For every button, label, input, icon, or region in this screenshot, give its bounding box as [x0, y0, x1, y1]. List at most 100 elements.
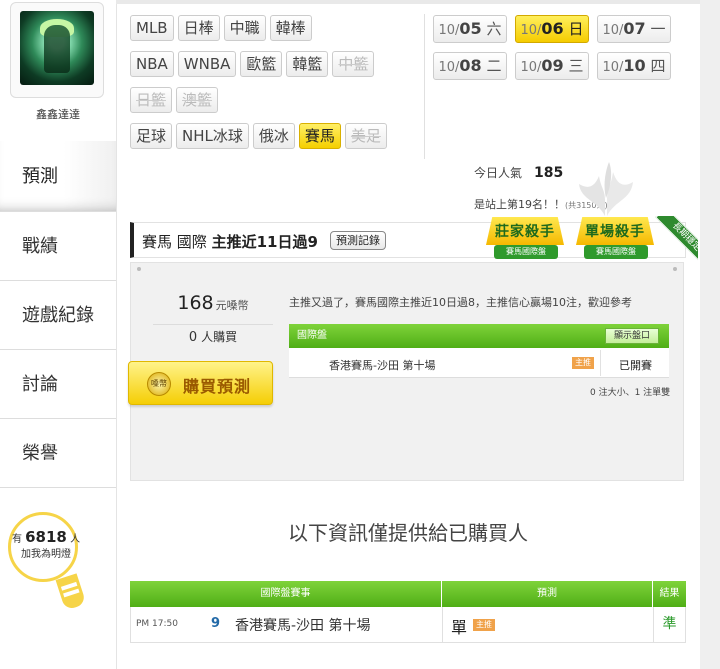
sidebar: 鑫鑫達達 預測 戰績 遊戲紀錄 討論 榮譽 有 6818 人 加我為明燈 — [0, 0, 116, 669]
lightbulb-stem — [55, 573, 87, 611]
intl-table: 國際盤 顯示盤口 香港賽馬-沙田 第十場 主推 已開賽 — [289, 324, 669, 378]
main-pick-tag: 主推 — [473, 619, 495, 631]
sidebar-item-discuss[interactable]: 討論 — [0, 350, 116, 419]
title-sport: 賽馬 — [142, 233, 173, 251]
sidebar-item-record[interactable]: 戰績 — [0, 212, 116, 281]
prediction-pick: 單 — [451, 618, 468, 637]
buyers: 0 人購買 — [153, 324, 273, 345]
date-chip-1005[interactable]: 10/05 六 — [433, 15, 507, 43]
sport-chip-kbo[interactable]: 韓棒 — [269, 15, 312, 41]
badge-title: 單場殺手 — [585, 224, 645, 240]
table-row: PM 17:50 9 香港賽馬-沙田 第十場 單 主推 準 — [130, 607, 686, 643]
sport-chip-wnba[interactable]: WNBA — [177, 51, 237, 77]
date-month: 10/ — [602, 60, 624, 75]
prediction-record-button[interactable]: 預測記錄 — [330, 231, 386, 250]
date-selector: 10/05 六 10/06 日 10/07 一 10/08 二 10/09 三 … — [433, 15, 683, 89]
sport-chip-japan-basketball: 日籃 — [130, 87, 173, 113]
sport-chip-american-football: 美足 — [344, 123, 387, 149]
followers-text[interactable]: 有 6818 人 加我為明燈 — [6, 530, 86, 562]
buyers-count: 0 — [188, 330, 198, 345]
main-pick-tag: 主推 — [572, 357, 594, 369]
avatar[interactable] — [20, 11, 94, 85]
sport-row: 足球 NHL冰球 俄冰 賽馬 美足 — [130, 123, 420, 159]
sport-chip-horse-racing[interactable]: 賽馬 — [298, 123, 341, 149]
badge-subtitle: 賽馬國際盤 — [584, 245, 648, 259]
avatar-figure-shape — [44, 25, 70, 73]
sidebar-item-game-log[interactable]: 遊戲紀錄 — [0, 281, 116, 350]
price: 168 元嗓幣 — [153, 292, 273, 314]
date-row: 10/08 二 10/09 三 10/10 四 — [433, 52, 683, 89]
buy-prediction-label: 購買預測 — [183, 377, 252, 396]
price-value: 168 — [177, 292, 214, 314]
match-number: 9 — [211, 616, 221, 631]
sport-chip-mlb[interactable]: MLB — [130, 15, 174, 41]
intl-table-title: 國際盤 — [297, 330, 327, 341]
sport-chip-cpbl[interactable]: 中職 — [223, 15, 266, 41]
date-weekday: 二 — [486, 57, 502, 75]
sport-chip-nba[interactable]: NBA — [130, 51, 174, 77]
date-day: 09 — [541, 56, 564, 75]
results-table: 國際盤賽事 預測 結果 PM 17:50 9 香港賽馬-沙田 第十場 單 主推 … — [130, 581, 686, 643]
match-name: 香港賽馬-沙田 第十場 — [329, 359, 436, 372]
popularity-label: 今日人氣 — [474, 166, 523, 180]
show-odds-button[interactable]: 顯示盤口 — [604, 328, 659, 344]
sport-chip-aus-basketball: 澳籃 — [176, 87, 219, 113]
sport-row: MLB 日棒 中職 韓棒 — [130, 15, 420, 51]
username[interactable]: 鑫鑫達達 — [0, 106, 116, 122]
sport-chip-euro-basketball[interactable]: 歐籃 — [240, 51, 283, 77]
profile-card[interactable] — [10, 2, 104, 98]
match-name: 香港賽馬-沙田 第十場 — [235, 618, 371, 634]
date-weekday: 四 — [650, 57, 666, 75]
date-chip-1008[interactable]: 10/08 二 — [433, 52, 507, 80]
pin-icon — [673, 267, 677, 271]
date-chip-1009[interactable]: 10/09 三 — [515, 52, 589, 80]
date-chip-1010[interactable]: 10/10 四 — [597, 52, 671, 80]
badge-single-killer[interactable]: 單場殺手 賽馬國際盤 — [576, 213, 656, 265]
buyers-label: 人購買 — [201, 330, 238, 344]
date-day: 07 — [623, 19, 646, 38]
date-weekday: 三 — [568, 57, 584, 75]
title-headline: 主推近11日過9 — [211, 233, 318, 251]
sport-chip-npb[interactable]: 日棒 — [177, 15, 220, 41]
column-header-prediction: 預測 — [442, 581, 653, 607]
odds-note: 0 注大小、1 注單雙 — [590, 388, 671, 398]
sidebar-item-predict[interactable]: 預測 — [0, 141, 116, 212]
date-month: 10/ — [438, 23, 460, 38]
match-time: PM 17:50 — [136, 619, 178, 629]
prediction-note: 主推又過了，賽馬國際主推近10日過8，主推信心贏場10注，歡迎參考 — [289, 296, 632, 309]
sport-chip-soccer[interactable]: 足球 — [130, 123, 173, 149]
wing-decoration-icon — [579, 162, 633, 216]
date-month: 10/ — [602, 23, 624, 38]
date-day: 06 — [541, 19, 564, 38]
side-nav: 預測 戰績 遊戲紀錄 討論 榮譽 — [0, 141, 116, 488]
sport-chip-china-basketball: 中籃 — [332, 51, 375, 77]
badge-bookmaker-killer[interactable]: 莊家殺手 賽馬國際盤 — [486, 213, 566, 265]
sport-chip-korea-basketball[interactable]: 韓籃 — [286, 51, 329, 77]
followers-count: 6818 — [25, 528, 67, 546]
sport-chip-russia-hockey[interactable]: 俄冰 — [252, 123, 295, 149]
date-row: 10/05 六 10/06 日 10/07 一 — [433, 15, 683, 52]
rank-text: 是站上第19名！！ — [474, 198, 565, 211]
prediction-cell: 單 主推 — [443, 607, 654, 642]
badge-title: 莊家殺手 — [495, 224, 555, 240]
sport-chip-nhl[interactable]: NHL冰球 — [176, 123, 249, 149]
date-chip-1006[interactable]: 10/06 日 — [515, 15, 589, 43]
sport-row: NBA WNBA 歐籃 韓籃 中籃 — [130, 51, 420, 87]
purchasers-only-notice: 以下資訊僅提供給已購買人 — [288, 521, 528, 545]
date-day: 05 — [459, 19, 482, 38]
intl-table-header: 國際盤 顯示盤口 — [289, 324, 669, 348]
event-cell: PM 17:50 9 香港賽馬-沙田 第十場 — [131, 607, 443, 642]
results-table-header: 國際盤賽事 預測 結果 — [130, 581, 686, 607]
date-weekday: 六 — [486, 20, 502, 38]
buy-prediction-button[interactable]: 嗓幣 購買預測 — [128, 361, 273, 405]
date-day: 08 — [459, 56, 482, 75]
result-cell: 準 — [662, 616, 677, 632]
popularity-stat: 今日人氣 185 — [474, 164, 563, 181]
offer-stats: 168 元嗓幣 0 人購買 — [153, 292, 273, 345]
divider — [424, 14, 425, 159]
date-month: 10/ — [438, 60, 460, 75]
pin-icon — [137, 267, 141, 271]
sidebar-item-honor[interactable]: 榮譽 — [0, 419, 116, 488]
date-day: 10 — [623, 56, 646, 75]
date-chip-1007[interactable]: 10/07 一 — [597, 15, 671, 43]
